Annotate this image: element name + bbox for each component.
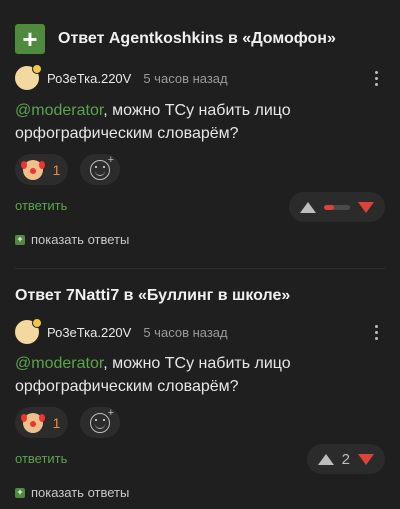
add-reaction-button[interactable] bbox=[80, 407, 120, 438]
plus-icon[interactable]: + bbox=[15, 24, 45, 54]
upvote-icon[interactable] bbox=[317, 453, 334, 465]
reaction-button[interactable]: 1 bbox=[15, 407, 68, 438]
vote-ratio-bar bbox=[324, 204, 350, 210]
reply-button[interactable]: ответить bbox=[15, 198, 67, 213]
show-replies-label: показать ответы bbox=[31, 232, 130, 247]
show-replies-button[interactable]: + показать ответы bbox=[15, 232, 129, 247]
reaction-count: 1 bbox=[52, 161, 61, 178]
vote-widget: 2 bbox=[306, 444, 385, 474]
expand-icon: + bbox=[15, 234, 25, 245]
timestamp: 5 часов назад bbox=[143, 324, 228, 340]
add-emoji-icon bbox=[90, 407, 114, 433]
downvote-icon[interactable] bbox=[358, 453, 374, 465]
vote-ratio-fill bbox=[324, 204, 335, 210]
show-replies-button[interactable]: + показать ответы bbox=[15, 485, 129, 500]
mention-link[interactable]: @moderator bbox=[15, 102, 103, 119]
show-replies-label: показать ответы bbox=[31, 485, 130, 500]
mention-link[interactable]: @moderator bbox=[15, 355, 103, 372]
reply-button[interactable]: ответить bbox=[15, 451, 67, 466]
expand-icon: + bbox=[15, 487, 25, 498]
avatar[interactable] bbox=[15, 64, 42, 90]
more-options-icon[interactable] bbox=[375, 71, 378, 86]
more-options-icon[interactable] bbox=[375, 325, 378, 340]
upvote-icon[interactable] bbox=[300, 201, 316, 213]
author-name[interactable]: Ро3еТка.220V bbox=[47, 325, 131, 340]
downvote-icon[interactable] bbox=[358, 201, 374, 213]
comment-header-title[interactable]: Ответ Agentkoshkins в «Домофон» bbox=[58, 30, 336, 48]
reaction-button[interactable]: 1 bbox=[15, 154, 68, 185]
vote-count: 2 bbox=[341, 450, 350, 468]
comment-meta-1: Ро3еТка.220V 5 часов назад bbox=[15, 64, 228, 90]
clown-emoji-icon bbox=[20, 159, 45, 180]
reactions-bar: 1 bbox=[15, 407, 120, 438]
add-reaction-button[interactable] bbox=[80, 154, 120, 185]
status-dot bbox=[32, 64, 42, 74]
comment-header-1[interactable]: + Ответ Agentkoshkins в «Домофон» bbox=[15, 24, 336, 54]
status-dot bbox=[32, 318, 42, 328]
author-name[interactable]: Ро3еТка.220V bbox=[47, 71, 131, 86]
comment-text: @moderator, можно ТСу набить лицо орфогр… bbox=[15, 355, 291, 395]
add-emoji-icon bbox=[90, 154, 114, 180]
vote-widget bbox=[289, 192, 385, 222]
comment-text: @moderator, можно ТСу набить лицо орфогр… bbox=[15, 102, 291, 142]
comment-header-title[interactable]: Ответ 7Natti7 в «Буллинг в школе» bbox=[15, 287, 290, 305]
timestamp: 5 часов назад bbox=[143, 70, 228, 86]
divider bbox=[15, 268, 385, 269]
reaction-count: 1 bbox=[52, 414, 61, 431]
avatar[interactable] bbox=[15, 318, 42, 344]
reactions-bar: 1 bbox=[15, 154, 120, 185]
comment-meta-2: Ро3еТка.220V 5 часов назад bbox=[15, 318, 228, 344]
clown-emoji-icon bbox=[20, 412, 45, 433]
